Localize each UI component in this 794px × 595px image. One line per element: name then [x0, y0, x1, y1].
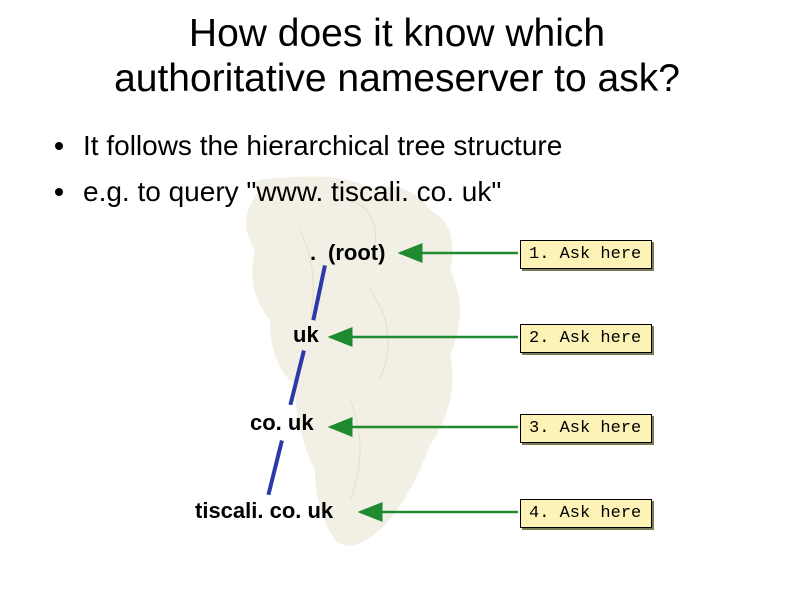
- tree-connector: [311, 265, 327, 321]
- tree-node-uk: uk: [293, 322, 319, 348]
- tree-root-dot: .: [310, 240, 316, 266]
- callout-step-2: 2. Ask here: [520, 324, 652, 353]
- tree-connector: [288, 350, 305, 405]
- bullet-dot-icon: [55, 142, 63, 150]
- bullet-dot-icon: [55, 188, 63, 196]
- bullet-text: It follows the hierarchical tree structu…: [83, 130, 562, 162]
- title-line-1: How does it know which: [189, 12, 605, 55]
- tree-node-tiscali: tiscali. co. uk: [195, 498, 333, 524]
- tree-node-co-uk: co. uk: [250, 410, 314, 436]
- tree-connector: [266, 440, 283, 495]
- slide-title: How does it know which authoritative nam…: [0, 12, 794, 102]
- bullet-item: It follows the hierarchical tree structu…: [55, 130, 755, 162]
- callout-step-3: 3. Ask here: [520, 414, 652, 443]
- bullet-text: e.g. to query "www. tiscali. co. uk": [83, 176, 501, 208]
- bullet-list: It follows the hierarchical tree structu…: [55, 130, 755, 222]
- callout-step-4: 4. Ask here: [520, 499, 652, 528]
- slide: How does it know which authoritative nam…: [0, 0, 794, 595]
- title-line-2: authoritative nameserver to ask?: [114, 57, 680, 100]
- bullet-item: e.g. to query "www. tiscali. co. uk": [55, 176, 755, 208]
- callout-step-1: 1. Ask here: [520, 240, 652, 269]
- tree-root-label: (root): [328, 240, 385, 266]
